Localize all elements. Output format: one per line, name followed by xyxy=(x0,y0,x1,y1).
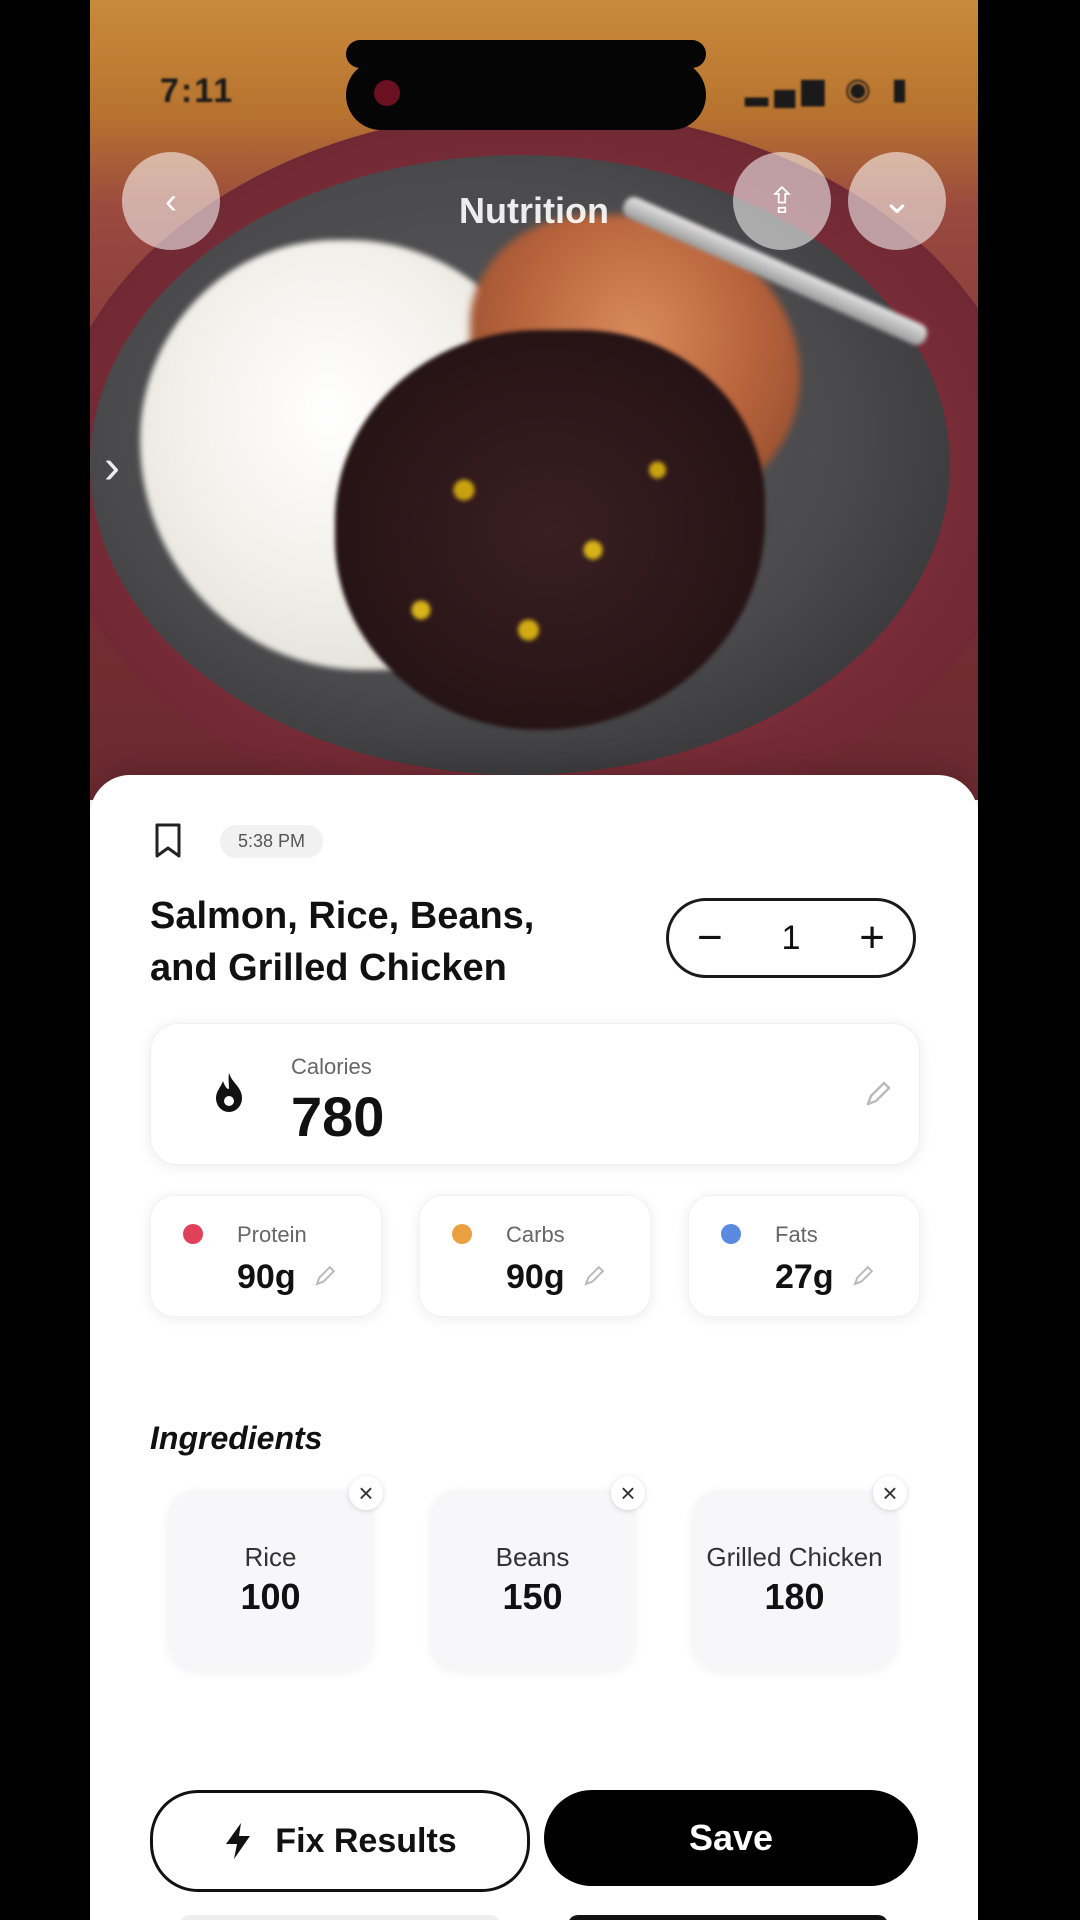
ingredient-name: Beans xyxy=(495,1542,570,1572)
carbs-icon xyxy=(452,1224,472,1244)
fix-results-button[interactable]: Fix Results xyxy=(150,1790,530,1892)
edit-pencil-icon[interactable] xyxy=(863,1079,893,1109)
dynamic-island xyxy=(346,60,706,130)
save-button[interactable]: Save xyxy=(544,1790,918,1886)
ghost-button-shadow xyxy=(568,1915,888,1920)
action-bar: Fix Results Save xyxy=(90,1760,978,1920)
ingredient-name: Grilled Chicken xyxy=(706,1542,883,1572)
edit-pencil-icon[interactable] xyxy=(851,1264,875,1288)
island-indicator-icon xyxy=(374,80,400,106)
macro-value: 90g xyxy=(237,1258,296,1296)
macro-card-fats[interactable]: Fats 27g xyxy=(688,1195,920,1317)
meal-time: 5:38 PM xyxy=(220,825,324,858)
macro-label: Protein xyxy=(237,1222,307,1247)
decrement-button[interactable]: − xyxy=(697,916,723,960)
bookmark-icon[interactable] xyxy=(154,823,182,859)
ghost-button-shadow xyxy=(180,1915,500,1920)
calories-card[interactable]: Calories 780 xyxy=(150,1023,920,1165)
meal-title: Salmon, Rice, Beans, and Grilled Chicken xyxy=(150,895,535,989)
macro-value: 27g xyxy=(775,1258,834,1296)
lightning-icon xyxy=(226,1823,251,1859)
ingredient-card-grilled-chicken[interactable]: Grilled Chicken 180 × xyxy=(692,1476,907,1670)
edit-pencil-icon[interactable] xyxy=(582,1264,606,1288)
ingredient-amount: 100 xyxy=(240,1576,301,1617)
macro-card-protein[interactable]: Protein 90g xyxy=(150,1195,382,1317)
calories-label: Calories xyxy=(291,1054,372,1079)
share-button[interactable]: ⇪ xyxy=(733,152,831,250)
page-title: Nutrition xyxy=(459,190,609,231)
fats-icon xyxy=(721,1224,741,1244)
status-icons: ▂▄▆ ◉ ▮ xyxy=(745,73,914,106)
flame-icon xyxy=(216,1073,242,1112)
protein-icon xyxy=(183,1224,203,1244)
ingredient-amount: 150 xyxy=(502,1576,563,1617)
more-button[interactable]: ⌄ xyxy=(848,152,946,250)
macro-card-carbs[interactable]: Carbs 90g xyxy=(419,1195,651,1317)
ingredients-title: Ingredients xyxy=(150,1420,323,1456)
quantity-stepper: − 1 + xyxy=(666,898,916,978)
ingredient-card-rice[interactable]: Rice 100 × xyxy=(168,1476,383,1670)
more-icon: ⌄ xyxy=(881,180,913,221)
chevron-right-icon[interactable]: › xyxy=(104,440,120,495)
quantity-value: 1 xyxy=(781,918,801,957)
status-time: 7:11 xyxy=(160,72,235,110)
macro-label: Fats xyxy=(775,1222,818,1247)
macro-value: 90g xyxy=(506,1258,565,1296)
remove-ingredient-icon[interactable]: × xyxy=(873,1476,907,1510)
remove-ingredient-icon[interactable]: × xyxy=(349,1476,383,1510)
app-screen: › 7:11 ▂▄▆ ◉ ▮ ‹ Nutrition ⇪ ⌄ 5:38 PM S… xyxy=(90,0,978,1920)
save-label: Save xyxy=(688,1817,774,1858)
increment-button[interactable]: + xyxy=(859,916,885,960)
calories-value: 780 xyxy=(291,1085,385,1148)
ingredient-name: Rice xyxy=(244,1542,297,1572)
macros-row: Protein 90g Carbs 90g Fats 27g xyxy=(150,1195,920,1317)
edit-pencil-icon[interactable] xyxy=(313,1264,337,1288)
share-icon: ⇪ xyxy=(766,180,798,221)
ingredient-amount: 180 xyxy=(764,1576,825,1617)
fix-results-label: Fix Results xyxy=(275,1821,457,1860)
macro-label: Carbs xyxy=(506,1222,565,1247)
ingredient-card-beans[interactable]: Beans 150 × xyxy=(430,1476,645,1670)
status-bar: 7:11 ▂▄▆ ◉ ▮ xyxy=(90,40,978,130)
remove-ingredient-icon[interactable]: × xyxy=(611,1476,645,1510)
nutrition-sheet: 5:38 PM Salmon, Rice, Beans, and Grilled… xyxy=(90,775,978,1920)
